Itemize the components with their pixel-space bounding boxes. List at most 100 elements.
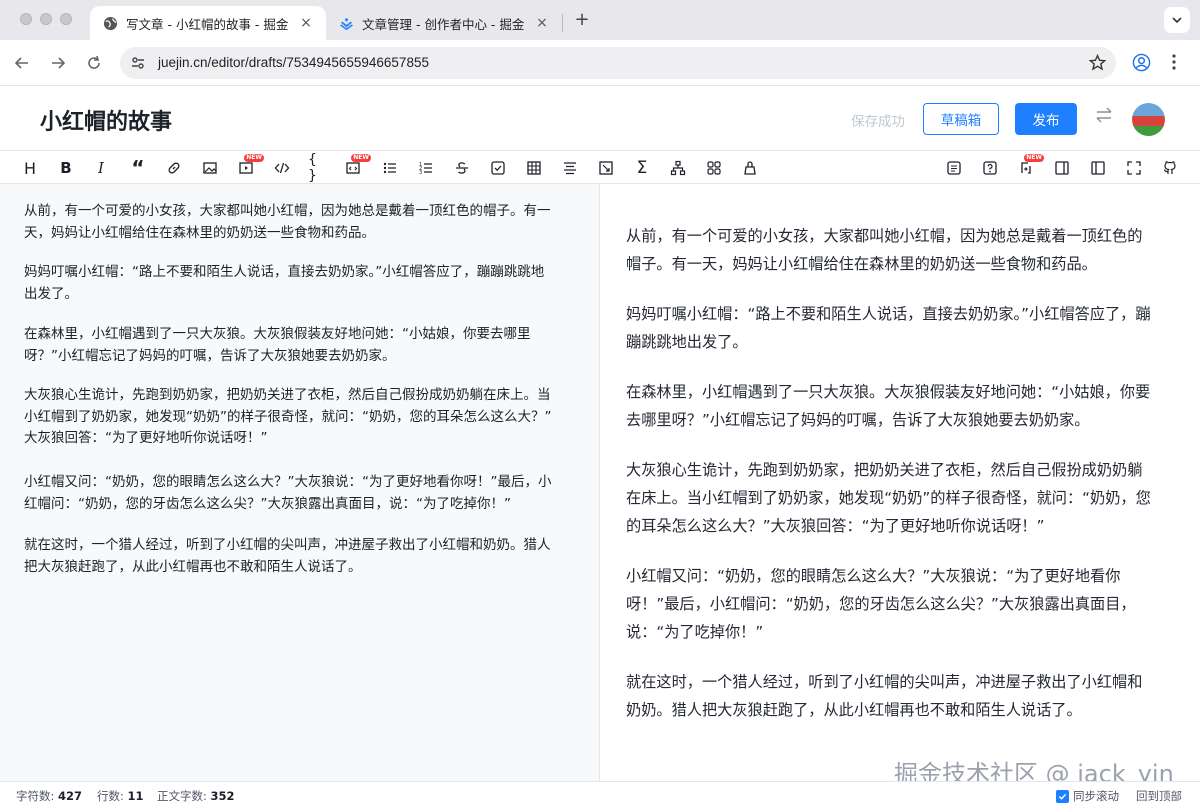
- heading-icon[interactable]: H: [20, 158, 40, 178]
- bold-icon[interactable]: B: [56, 158, 76, 178]
- editor-line: 小红帽到了奶奶家，她发现“奶奶”的样子很奇怪，就问：“奶奶，您的耳朵怎么这么大？…: [24, 408, 552, 425]
- body-char-count: 正文字数: 352: [157, 788, 235, 804]
- switch-editor-icon[interactable]: [1094, 106, 1114, 128]
- link-icon[interactable]: [164, 158, 184, 178]
- preview-line: 大灰狼心生诡计，先跑到奶奶家，把奶奶关进了衣柜，然后自己假扮成奶奶躺: [626, 461, 1143, 479]
- task-list-icon[interactable]: [488, 158, 508, 178]
- avatar[interactable]: [1132, 103, 1165, 136]
- char-count: 字符数: 427: [16, 788, 82, 804]
- editor-paragraph: 在森林里，小红帽遇到了一只大灰狼。大灰狼假装友好地问她：“小姑娘，你要去哪里 呀…: [24, 324, 578, 367]
- preview-line: 在床上。当小红帽到了奶奶家，她发现“奶奶”的样子很奇怪，就问：“奶奶，您: [626, 489, 1151, 507]
- new-tab-button[interactable]: +: [572, 9, 592, 30]
- publish-button[interactable]: 发布: [1015, 103, 1077, 135]
- editor-line: 红帽问：“奶奶，您的牙齿怎么这么尖？”大灰狼露出真面目，说：“为了吃掉你！”: [24, 495, 511, 512]
- editor-line: 呀？”小红帽忘记了妈妈的叮嘱，告诉了大灰狼她要去奶奶家。: [24, 347, 396, 364]
- editor-paragraph: 就在这时，一个猎人经过，听到了小红帽的尖叫声，冲进屋子救出了小红帽和奶奶。猎人 …: [24, 535, 578, 578]
- align-icon[interactable]: [560, 158, 580, 178]
- char-count-value: 427: [58, 789, 83, 803]
- close-tab-icon[interactable]: ×: [298, 15, 314, 31]
- forward-button[interactable]: [48, 53, 68, 73]
- profile-icon[interactable]: [1132, 53, 1151, 76]
- code-inline-icon[interactable]: [272, 158, 292, 178]
- back-button[interactable]: [12, 53, 32, 73]
- reload-button[interactable]: [84, 53, 104, 73]
- preview-line: 的耳朵怎么这么大？”大灰狼回答：“为了更好地听你说话呀！”: [626, 517, 1045, 535]
- diagram-icon[interactable]: [668, 158, 688, 178]
- help-icon[interactable]: [980, 158, 1000, 178]
- markdown-toolbar: H B I “ NEW { } NEW 123 Σ NEW: [0, 151, 1200, 184]
- preview-line: 帽子。有一天，妈妈让小红帽给住在森林里的奶奶送一些食物和药品。: [626, 255, 1097, 273]
- editor-line: 大灰狼回答：“为了更好地听你说话呀！”: [24, 430, 268, 446]
- editor-only-icon[interactable]: [1088, 158, 1108, 178]
- site-settings-icon[interactable]: [130, 55, 146, 75]
- reload-icon: [88, 55, 100, 69]
- embed-icon[interactable]: NEW: [343, 154, 371, 178]
- editor-header: 小红帽的故事 保存成功 草稿箱 发布: [0, 86, 1200, 151]
- url-text: juejin.cn/editor/drafts/7534945655946657…: [158, 55, 429, 70]
- tab-search-button[interactable]: [1164, 7, 1190, 33]
- address-bar[interactable]: juejin.cn/editor/drafts/7534945655946657…: [120, 47, 1116, 79]
- preview-paragraph: 小红帽又问：“奶奶，您的眼睛怎么这么大？”大灰狼说：“为了更好地看你 呀！”最后…: [626, 562, 1176, 646]
- draft-box-button[interactable]: 草稿箱: [923, 103, 999, 135]
- code-block-icon[interactable]: { }: [308, 152, 328, 184]
- italic-icon[interactable]: I: [91, 158, 111, 178]
- toc-icon[interactable]: [944, 158, 964, 178]
- theme-icon[interactable]: [740, 158, 760, 178]
- editor-paragraph: 大灰狼心生诡计，先跑到奶奶家，把奶奶关进了衣柜，然后自己假扮成奶奶躺在床上。当 …: [24, 385, 578, 450]
- tab-write-article[interactable]: 写文章 - 小红帽的故事 - 掘金 ×: [90, 6, 326, 40]
- close-tab-icon[interactable]: ×: [534, 15, 550, 31]
- plugin-icon[interactable]: [704, 158, 724, 178]
- tab-divider: [562, 14, 563, 32]
- editor-paragraph: 小红帽又问：“奶奶，您的眼睛怎么这么大？”大灰狼说：“为了更好地看你呀！”最后，…: [24, 472, 578, 515]
- sync-scroll-label: 同步滚动: [1073, 789, 1119, 803]
- globe-icon: [102, 15, 118, 31]
- preview-line: 妈妈叮嘱小红帽：“路上不要和陌生人说话，直接去奶奶家。”小红帽答应了，蹦: [626, 305, 1151, 323]
- editor-line: 把大灰狼赶跑了，从此小红帽再也不敢和陌生人说话了。: [24, 558, 362, 575]
- strikethrough-icon[interactable]: [452, 158, 472, 178]
- editor-line: 天，妈妈让小红帽给住在森林里的奶奶送一些食物和药品。: [24, 224, 375, 241]
- editor-line: 在森林里，小红帽遇到了一只大灰狼。大灰狼假装友好地问她：“小姑娘，你要去哪里: [24, 326, 531, 342]
- sync-scroll-toggle[interactable]: 同步滚动: [1056, 788, 1119, 804]
- back-to-top-button[interactable]: 回到顶部: [1136, 788, 1182, 804]
- table-icon[interactable]: [524, 158, 544, 178]
- new-badge: NEW: [1024, 154, 1044, 162]
- status-bar: 字符数: 427 行数: 11 正文字数: 352 同步滚动 回到顶部: [0, 781, 1200, 806]
- quote-icon[interactable]: “: [128, 156, 148, 180]
- minimize-window-button[interactable]: [40, 13, 52, 25]
- preview-line: 从前，有一个可爱的小女孩，大家都叫她小红帽，因为她总是戴着一顶红色的: [626, 227, 1143, 245]
- bookmark-star-icon[interactable]: [1088, 53, 1107, 75]
- preview-line: 呀！”最后，小红帽问：“奶奶，您的牙齿怎么这么尖？”大灰狼露出真面目，: [626, 595, 1136, 613]
- fullscreen-icon[interactable]: [1124, 158, 1144, 178]
- preview-paragraph: 大灰狼心生诡计，先跑到奶奶家，把奶奶关进了衣柜，然后自己假扮成奶奶躺 在床上。当…: [626, 456, 1176, 540]
- editor-line: 就在这时，一个猎人经过，听到了小红帽的尖叫声，冲进屋子救出了小红帽和奶奶。猎人: [24, 537, 551, 553]
- new-badge: NEW: [244, 154, 264, 162]
- tab-label: 写文章 - 小红帽的故事 - 掘金: [126, 16, 289, 32]
- video-icon[interactable]: NEW: [236, 154, 264, 178]
- formula-icon[interactable]: Σ: [632, 158, 652, 178]
- svg-text:3: 3: [419, 170, 422, 176]
- checkbox-checked-icon[interactable]: [1056, 789, 1069, 803]
- article-title-input[interactable]: 小红帽的故事: [40, 104, 172, 136]
- body-char-count-label: 正文字数:: [157, 789, 207, 803]
- preview-only-icon[interactable]: [1052, 158, 1072, 178]
- github-icon[interactable]: [1160, 158, 1180, 178]
- tab-label: 文章管理 - 创作者中心 - 掘金: [362, 16, 525, 32]
- sync-icon[interactable]: NEW: [1016, 154, 1044, 178]
- screenshot-icon[interactable]: [596, 158, 616, 178]
- line-count-label: 行数:: [97, 789, 124, 803]
- maximize-window-button[interactable]: [60, 13, 72, 25]
- preview-line: 说：“为了吃掉你！”: [626, 623, 764, 641]
- ordered-list-icon[interactable]: 123: [416, 158, 436, 178]
- tab-article-management[interactable]: 文章管理 - 创作者中心 - 掘金 ×: [326, 6, 562, 40]
- arrow-left-icon: [14, 57, 28, 69]
- preview-line: 蹦跳跳地出发了。: [626, 333, 748, 351]
- unordered-list-icon[interactable]: [380, 158, 400, 178]
- markdown-editor[interactable]: 从前，有一个可爱的小女孩，大家都叫她小红帽，因为她总是戴着一顶红色的帽子。有一 …: [0, 184, 600, 781]
- editor-line: 出发了。: [24, 285, 78, 302]
- browser-menu-icon[interactable]: [1166, 53, 1182, 75]
- body-char-count-value: 352: [210, 789, 235, 803]
- close-window-button[interactable]: [20, 13, 32, 25]
- image-icon[interactable]: [200, 158, 220, 178]
- editor-paragraph: 从前，有一个可爱的小女孩，大家都叫她小红帽，因为她总是戴着一顶红色的帽子。有一 …: [24, 201, 578, 244]
- nav-bar: juejin.cn/editor/drafts/7534945655946657…: [0, 40, 1200, 86]
